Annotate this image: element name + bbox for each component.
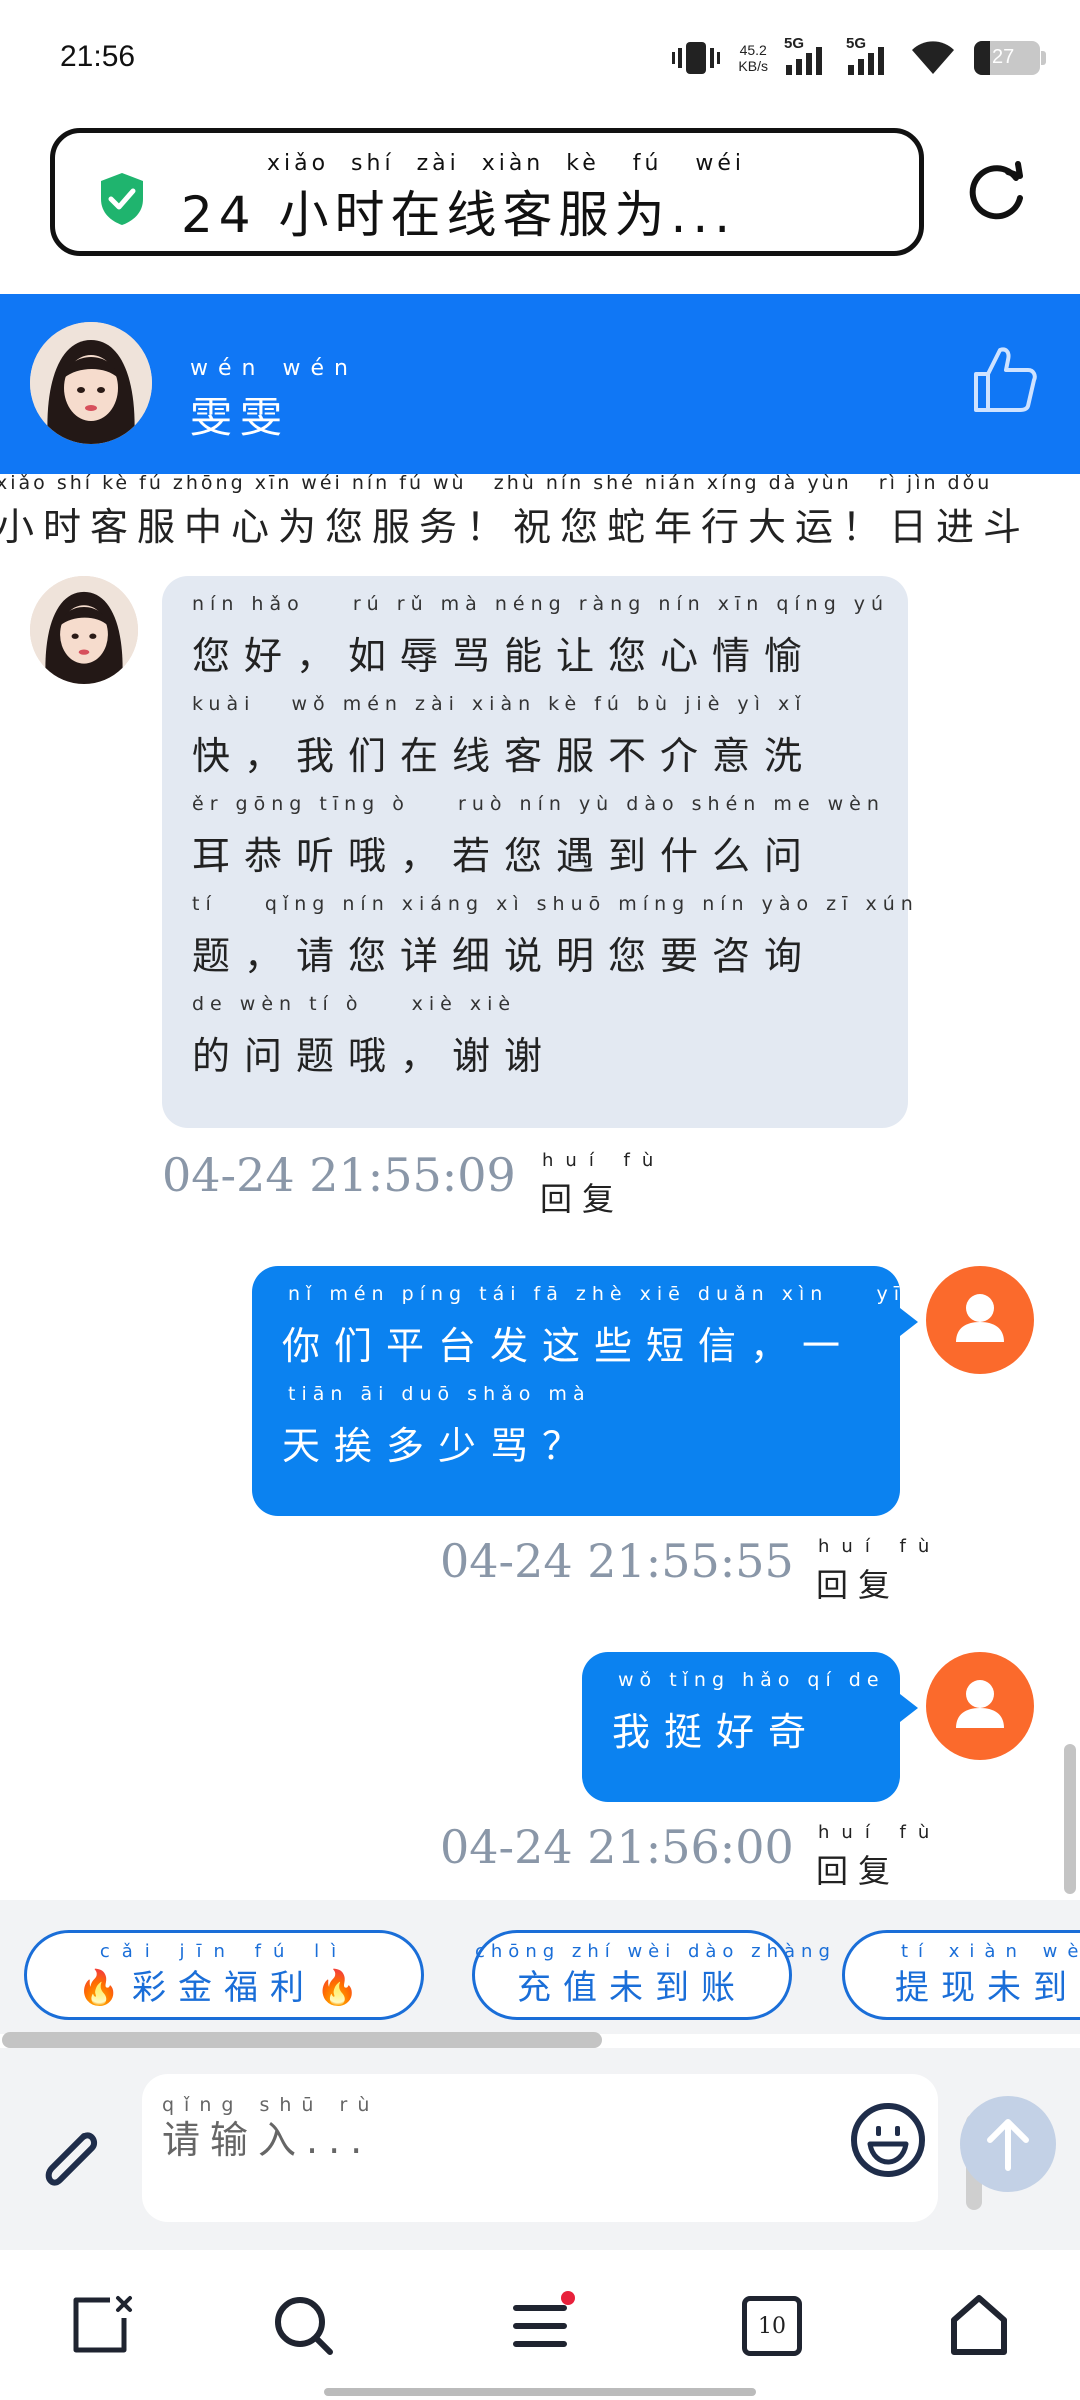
agent-name: 雯雯 [190,393,291,442]
close-page-icon[interactable] [66,2290,136,2360]
search-icon[interactable] [268,2290,338,2360]
avatar-portrait-icon [30,322,152,444]
signal-icon-2: 5G [846,35,892,75]
quick-reply-deposit[interactable]: chōng zhí wèi dào zhàng 充值未到账 [472,1930,836,2020]
address-title: 24 小时在线客服为... [181,186,737,244]
arrow-up-icon [987,2119,1029,2171]
user-avatar[interactable] [926,1652,1034,1760]
vibrate-icon [672,42,721,74]
user-icon [956,1294,1004,1342]
marquee-pinyin: xiǎo shí kè fú zhōng xīn wéi nín fú wù z… [0,474,993,494]
net-speed-unit: KB/s [738,58,768,74]
chip-pinyin: chōng zhí wèi dào zhàng [475,1941,836,1962]
message-timestamp: 04-24 21:56:00 [440,1820,794,1874]
net-speed-value: 45.2 [739,42,767,58]
agent-avatar[interactable] [30,322,152,444]
status-icons: 45.2 KB/s 5G 5G 27 [672,30,1046,86]
message-pinyin-line: ěr gōng tīng ò ruò nín yù dào shén me wè… [192,793,885,815]
browser-nav-bar: 10 [0,2250,1080,2400]
message-pinyin-line: tiān āi duō shǎo mà [288,1383,591,1405]
message-text-line: 天挨多少骂？ [282,1424,595,1468]
message-bubble-outgoing[interactable]: nǐ mén píng tái fā zhè xiē duǎn xìn yī t… [252,1266,900,1516]
emoji-icon[interactable] [848,2100,928,2180]
reply-pinyin: huí fù [818,1822,942,1843]
home-indicator[interactable] [324,2388,756,2396]
chip-pinyin: tí xiàn wèi dào z [901,1941,1080,1962]
status-bar: 21:56 45.2 KB/s 5G 5G 27 [0,0,1080,116]
message-text-line: 的问题哦，谢谢 [192,1034,557,1078]
chip-label: 充值未到账 [517,1967,747,2008]
status-time: 21:56 [60,40,136,73]
reply-link[interactable]: 回复 [816,1846,900,1892]
chat-scrollbar[interactable] [1064,1744,1076,1894]
message-pinyin-line: wǒ tǐng hǎo qí de [618,1669,885,1691]
quick-reply-scrollbar[interactable] [2,2032,602,2048]
battery-level: 27 [992,46,1015,68]
reply-pinyin: huí fù [542,1150,666,1171]
signal-label: 5G [784,35,805,52]
tabs-button[interactable]: 10 [742,2296,802,2356]
agent-pinyin: wén wén [190,356,358,381]
reload-icon[interactable] [964,158,1030,224]
message-bubble-incoming[interactable]: nín hǎo rú rǔ mà néng ràng nín xīn qíng … [162,576,913,1128]
quick-reply-withdraw[interactable]: tí xiàn wèi dào z 提现未到 [842,1930,1080,2020]
reply-pinyin: huí fù [818,1536,942,1557]
chip-pinyin: cǎi jīn fú lì [99,1941,349,1962]
reply-link[interactable]: 回复 [540,1174,624,1220]
bubble-tail [900,1308,918,1336]
bubble-tail [900,1694,918,1722]
message-bubble-outgoing[interactable]: wǒ tǐng hǎo qí de 我挺好奇的 [582,1652,900,1854]
signal-label-2: 5G [846,35,867,52]
address-bar[interactable]: xiǎo shí zài xiàn kè fú wéi 24 小时在线客服为..… [50,128,924,256]
message-input-box[interactable]: qǐng shū rù [142,2074,982,2222]
send-button[interactable] [960,2096,1056,2192]
announcement-marquee: xiǎo shí kè fú zhōng xīn wéi nín fú wù z… [0,474,1080,544]
chat-messages[interactable]: nín hǎo rú rǔ mà néng ràng nín xīn qíng … [0,544,1080,1900]
thumbs-up-icon[interactable] [972,344,1038,414]
input-area: qǐng shū rù [0,2048,1080,2250]
chat-header: wén wén 雯雯 [0,294,1080,474]
chip-label: 提现未到 [895,1967,1079,2008]
message-text-line: 您好，如辱骂能让您心情愉 [192,634,817,678]
reply-link[interactable]: 回复 [816,1560,900,1606]
menu-icon[interactable] [506,2290,576,2360]
paperclip-icon[interactable] [30,2118,110,2198]
shield-check-icon [101,173,143,225]
message-pinyin-line: de wèn tí ò xiè xiè [192,993,517,1015]
message-text-line: 耳恭听哦，若您遇到什么问 [192,834,817,878]
agent-message-avatar[interactable] [30,576,138,684]
home-icon[interactable] [944,2290,1014,2360]
signal-icon: 5G [784,35,830,75]
chip-label: 🔥彩金福利🔥 [77,1967,371,2008]
tabs-count: 10 [758,2313,786,2339]
address-pinyin: xiǎo shí zài xiàn kè fú wéi [267,151,746,176]
message-pinyin-line: tí qǐng nín xiáng xì shuō míng nín yào z… [192,893,919,915]
quick-reply-bar[interactable]: cǎi jīn fú lì 🔥彩金福利🔥 chōng zhí wèi dào z… [0,1900,1080,2034]
quick-reply-bonus[interactable]: cǎi jīn fú lì 🔥彩金福利🔥 [24,1930,424,2020]
user-avatar[interactable] [926,1266,1034,1374]
message-pinyin-line: nín hǎo rú rǔ mà néng ràng nín xīn qíng … [192,593,890,615]
message-text-line: 你们平台发这些短信，一 [282,1324,855,1368]
net-speed: 45.2 KB/s [738,42,768,74]
wifi-icon [912,41,954,74]
message-text-line: 快，我们在线客服不介意洗 [192,734,817,778]
user-icon [956,1680,1004,1728]
message-pinyin-line: nǐ mén píng tái fā zhè xiē duǎn xìn yī [288,1283,905,1305]
message-timestamp: 04-24 21:55:09 [162,1148,516,1202]
avatar-portrait-icon [30,576,138,684]
marquee-text: 小时客服中心为您服务！祝您蛇年行大运！日进斗 [0,505,1031,544]
message-pinyin-line: kuài wǒ mén zài xiàn kè fú bù jiè yì xǐ [192,693,807,715]
battery-icon: 27 [974,41,1046,75]
message-text-line: 题，请您详细说明您要咨询 [192,934,817,978]
message-timestamp: 04-24 21:55:55 [440,1534,794,1588]
message-input[interactable] [162,2110,862,2170]
